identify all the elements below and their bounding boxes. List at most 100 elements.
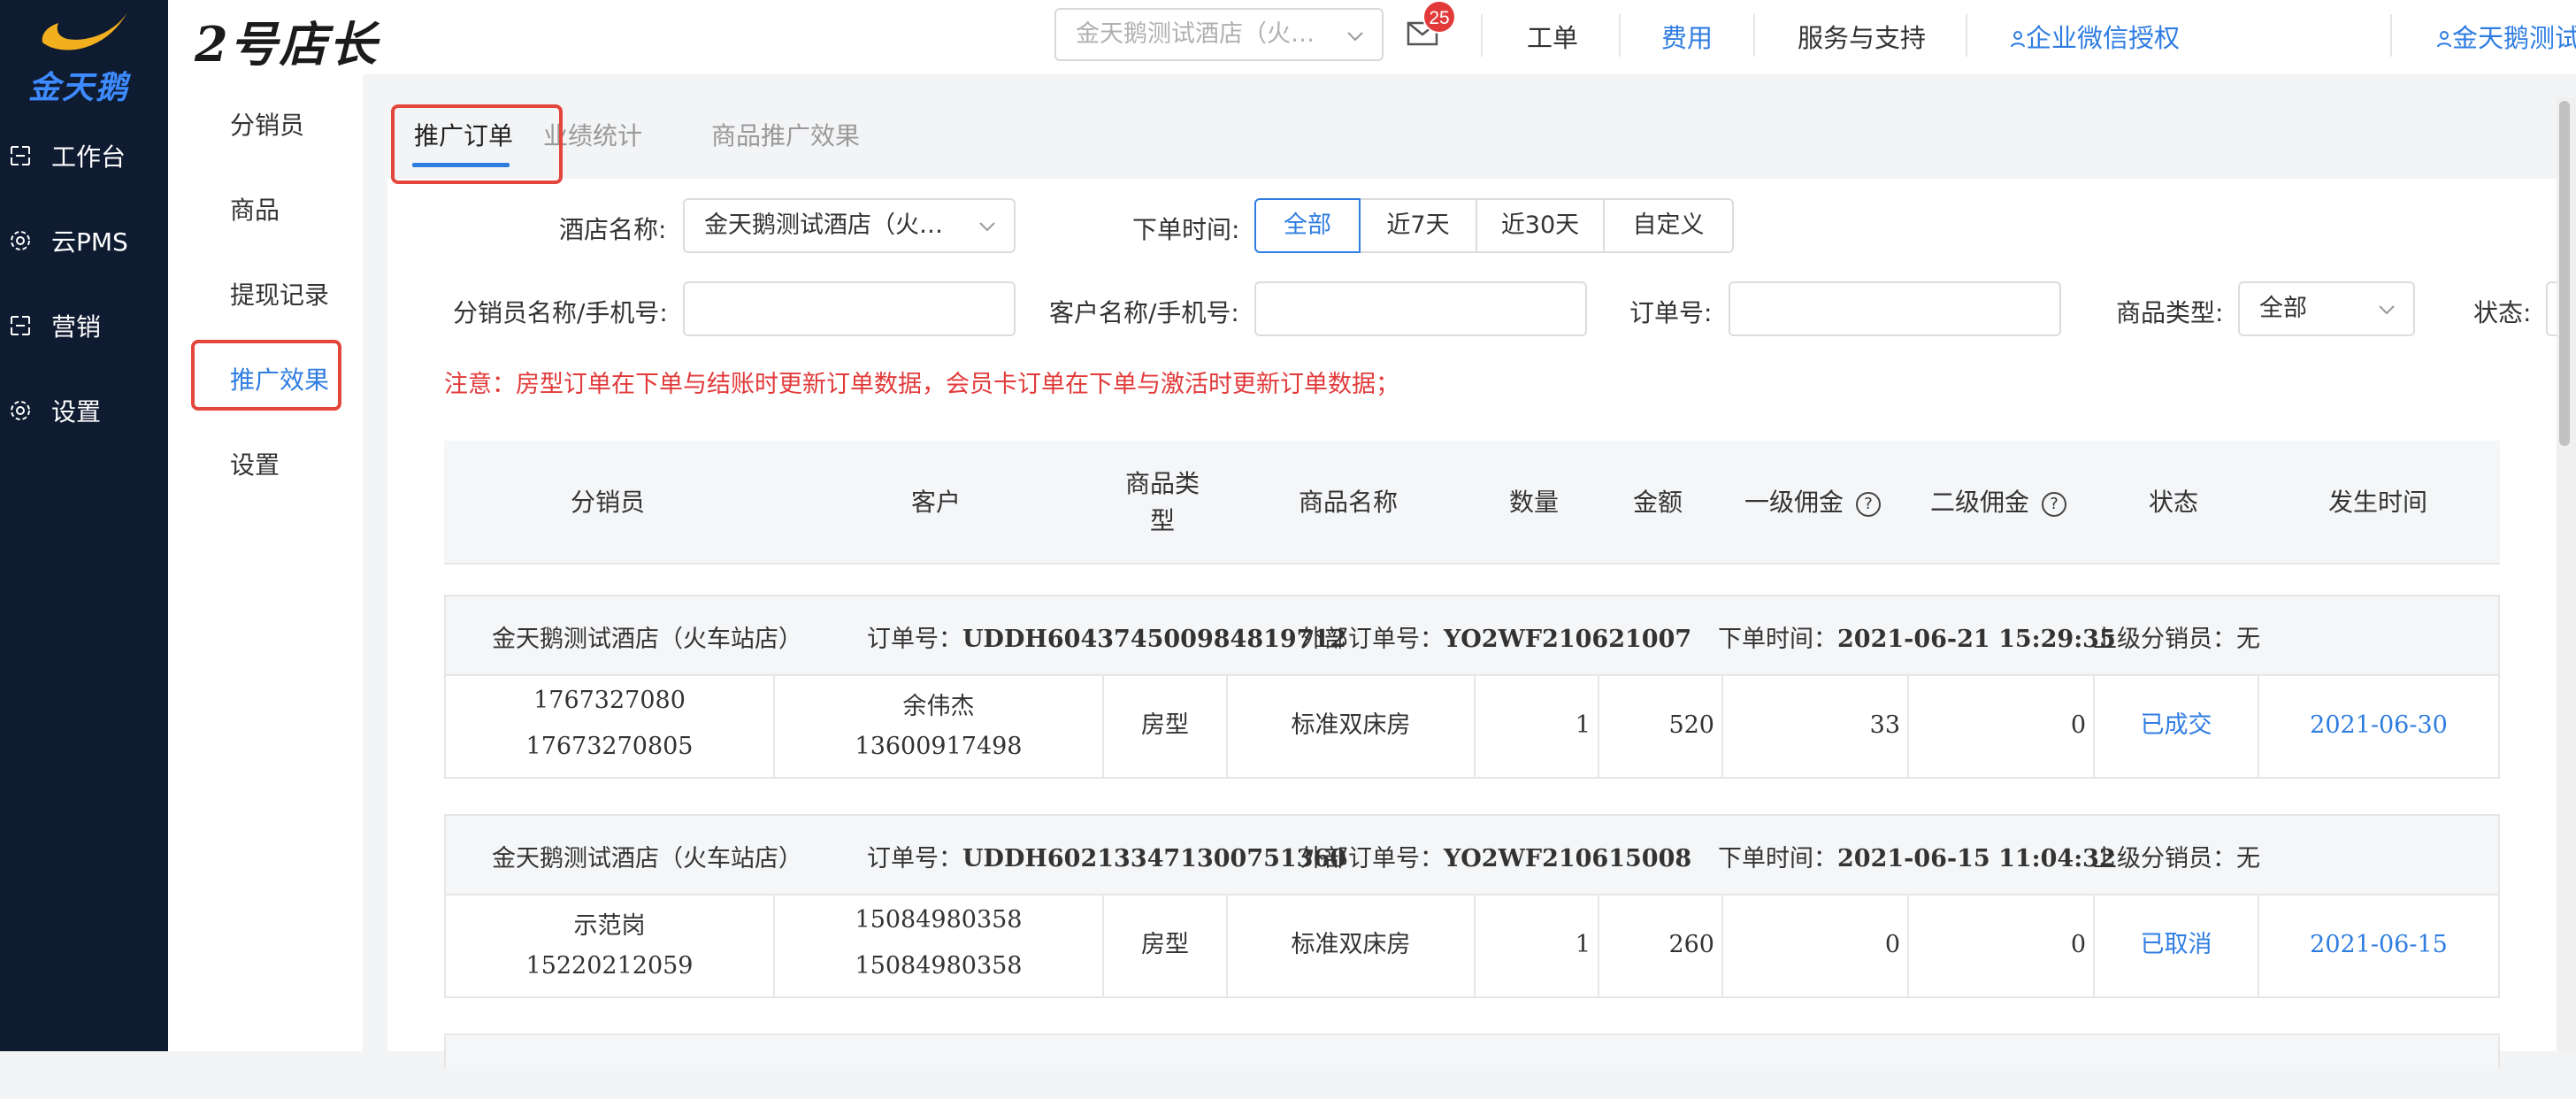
cell-product-name: 标准双床房 (1228, 894, 1476, 996)
cell-product-name: 标准双床房 (1228, 674, 1476, 777)
parent-distributor-label: 上级分销员： (2093, 626, 2236, 653)
help-icon[interactable]: ? (1856, 492, 1881, 517)
notice-text: 注意：房型订单在下单与结账时更新订单数据，会员卡订单在下单与激活时更新订单数据； (444, 371, 1399, 398)
distributor-phone: 17673270805 (525, 733, 694, 760)
nav-item-settings[interactable]: 设置 (0, 386, 168, 435)
vertical-scrollbar[interactable] (2557, 97, 2576, 1051)
subnav-item-withdrawals[interactable]: 提现记录 (230, 276, 329, 311)
col-distributor: 分销员 (570, 488, 645, 517)
order-number: 订单号：UDDH602133471300751360 (867, 839, 1346, 873)
order-time-label: 下单时间: (1132, 215, 1240, 244)
hotel-filter-label: 酒店名称: (559, 215, 667, 244)
scrollbar-thumb[interactable] (2559, 101, 2570, 446)
cell-distributor: 示范岗 15220212059 (446, 894, 775, 996)
col-status: 状态 (2148, 488, 2198, 517)
wecom-auth-label: 企业微信授权 (2026, 23, 2181, 53)
order-time-value: 2021-06-21 15:29:35 (1837, 626, 2116, 653)
header-divider (1753, 14, 1755, 57)
header-link-tickets[interactable]: 工单 (1527, 18, 1578, 55)
col-commission-level1: 一级佣金? (1720, 483, 1905, 519)
order-number-value: UDDH602133471300751360 (962, 845, 1347, 872)
order-hotel: 金天鹅测试酒店（火车站店） (492, 626, 802, 653)
order-number-value: UDDH604374500984819712 (962, 626, 1347, 653)
chevron-down-icon (979, 222, 995, 232)
cell-commission-level2: 0 (1909, 894, 2095, 996)
hotel-switch-value: 金天鹅测试酒店（火… (1076, 20, 1315, 48)
cell-commission-level1: 0 (1723, 894, 1909, 996)
parent-distributor: 上级分销员：无 (2093, 619, 2260, 654)
product-type-label: 商品类型: (2116, 298, 2224, 327)
gear-icon (11, 231, 30, 250)
customer-search-input[interactable] (1254, 281, 1587, 336)
header-link-account[interactable]: 金天鹅测试账号 (2436, 18, 2576, 55)
header-link-service-support[interactable]: 服务与支持 (1798, 18, 1926, 55)
col-occurred-time: 发生时间 (2327, 488, 2427, 517)
marketing-icon (11, 316, 30, 335)
brand-title: 2号店长 (195, 16, 379, 73)
customer-name: 15084980358 (855, 906, 1023, 934)
user-icon (2437, 31, 2451, 48)
col-commission-level2-label: 二级佣金 (1929, 488, 2029, 517)
order-time: 下单时间：2021-06-15 11:04:32 (1718, 839, 2116, 873)
subnav-item-distributors[interactable]: 分销员 (230, 106, 304, 142)
customer-phone: 13600917498 (855, 733, 1023, 760)
order-group-header (446, 1035, 2498, 1071)
header-link-wecom-auth[interactable]: 企业微信授权 (2010, 18, 2180, 55)
hotel-filter-select[interactable]: 金天鹅测试酒店（火… (683, 198, 1016, 253)
nav-item-workbench[interactable]: 工作台 (0, 131, 168, 181)
external-order-number: 外部订单号：YO2WF210621007 (1300, 619, 1691, 654)
order-time-label: 下单时间： (1718, 845, 1837, 872)
cell-quantity: 1 (1476, 894, 1599, 996)
col-product-type: 商品类 型 (1124, 469, 1200, 535)
cell-occurred-time: 2021-06-15 11:34:32 (2310, 931, 2448, 1061)
time-option-all[interactable]: 全部 (1254, 198, 1361, 253)
subnav-item-products[interactable]: 商品 (230, 191, 280, 227)
external-order-label: 外部订单号： (1300, 845, 1444, 872)
cell-product-type: 房型 (1104, 674, 1228, 777)
order-no-input[interactable] (1729, 281, 2061, 336)
nav-label-pms: 云PMS (51, 227, 128, 257)
nav-item-marketing[interactable]: 营销 (0, 301, 168, 350)
cell-amount: 520 (1599, 674, 1723, 777)
order-no-filter-label: 订单号: (1629, 298, 1713, 327)
left-nav: 金天鹅 工作台 云PMS 营销 设置 (0, 0, 168, 1051)
time-option-30days[interactable]: 近30天 (1476, 198, 1605, 253)
order-group: 金天鹅测试酒店（火车站店） 订单号：UDDH602133471300751360… (444, 814, 2500, 1061)
col-customer: 客户 (910, 488, 961, 517)
chevron-down-icon (2379, 305, 2395, 315)
subnav-item-settings[interactable]: 设置 (230, 446, 280, 481)
order-group-header: 金天鹅测试酒店（火车站店） 订单号：UDDH604374500984819712… (446, 596, 2498, 676)
cell-amount: 260 (1599, 894, 1723, 996)
hotel-switch-select[interactable]: 金天鹅测试酒店（火… (1054, 8, 1384, 61)
product-type-select[interactable]: 全部 (2238, 281, 2415, 336)
cell-occurred-time: 2021-06-30 18:19:50 (2310, 711, 2448, 842)
time-option-7days[interactable]: 近7天 (1359, 198, 1477, 253)
distributor-phone: 15220212059 (525, 952, 694, 980)
external-order-value: YO2WF210615008 (1444, 845, 1692, 872)
mail-badge: 25 (1422, 0, 1456, 34)
user-icon (2011, 31, 2025, 48)
tab-product-promotion-effect[interactable]: 商品推广效果 (711, 117, 860, 152)
nav-label-workbench: 工作台 (51, 142, 126, 172)
col-commission-level2: 二级佣金? (1905, 483, 2091, 519)
main-content: 推广订单 业绩统计 商品推广效果 酒店名称: 金天鹅测试酒店（火… 下单时间: … (387, 97, 2576, 1071)
header-link-billing[interactable]: 费用 (1661, 18, 1713, 55)
cell-status: 已取消 (2095, 894, 2259, 996)
help-icon[interactable]: ? (2042, 492, 2066, 517)
col-amount: 金额 (1632, 488, 1683, 517)
table-header: 分销员 客户 商品类 型 商品名称 数量 金额 一级佣金? 二级佣金? 状态 发… (444, 441, 2500, 565)
nav-item-pms[interactable]: 云PMS (0, 216, 168, 265)
distributor-search-input[interactable] (683, 281, 1016, 336)
sub-nav: 分销员 商品 提现记录 推广效果 设置 (168, 74, 363, 1051)
tab-bar: 推广订单 业绩统计 商品推广效果 (387, 97, 2557, 179)
distributor-filter-label: 分销员名称/手机号: (453, 298, 668, 327)
parent-distributor-label: 上级分销员： (2093, 845, 2236, 872)
hotel-filter-value: 金天鹅测试酒店（火… (704, 211, 943, 239)
cell-quantity: 1 (1476, 674, 1599, 777)
cell-product-type: 房型 (1104, 894, 1228, 996)
customer-filter-label: 客户名称/手机号: (1049, 298, 1239, 327)
logo-text: 金天鹅 (28, 70, 130, 106)
time-option-custom[interactable]: 自定义 (1603, 198, 1734, 253)
highlight-box-subnav (191, 340, 341, 411)
col-commission-level1-label: 一级佣金 (1744, 488, 1844, 517)
